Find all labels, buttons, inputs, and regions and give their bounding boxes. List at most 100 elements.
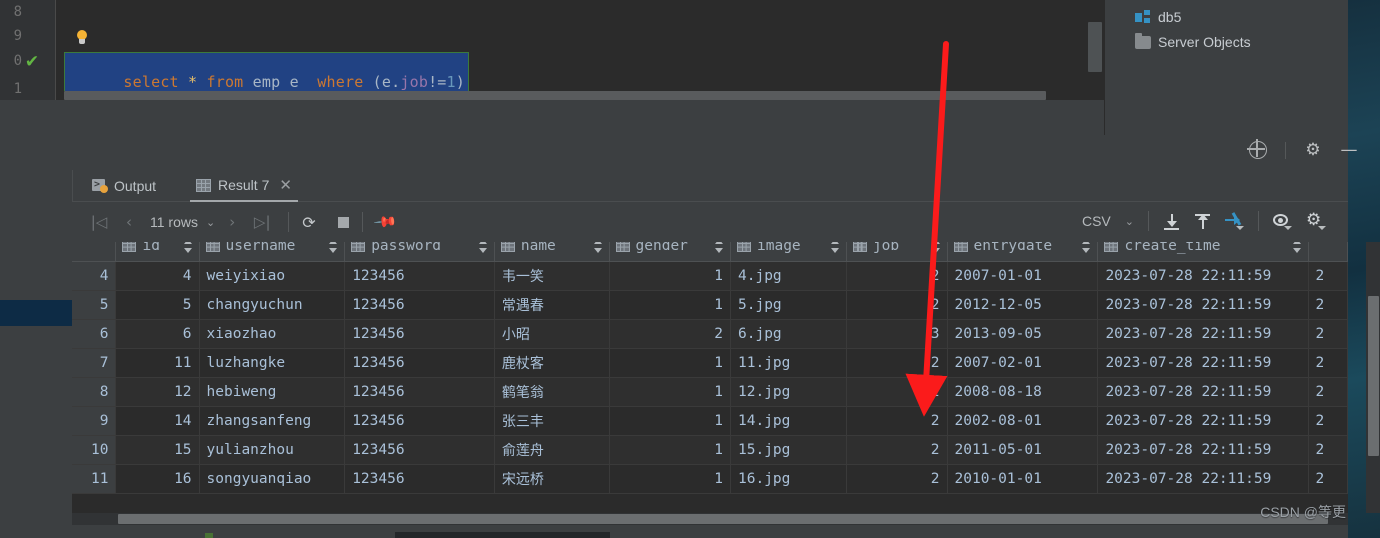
cell-job[interactable]: 2 — [846, 464, 948, 494]
cell-create_time[interactable]: 2023-07-28 22:11:59 — [1097, 464, 1309, 494]
cell-id[interactable]: 5 — [115, 290, 200, 320]
editor-minimap[interactable] — [1088, 22, 1102, 72]
cell-entrydate[interactable]: 2011-05-01 — [947, 435, 1099, 465]
cell-name[interactable]: 常遇春 — [494, 290, 610, 320]
cell-username[interactable]: hebiweng — [199, 377, 346, 407]
cell-job[interactable]: 2 — [846, 261, 948, 291]
tree-item-server-objects[interactable]: › Server Objects — [1105, 31, 1349, 53]
cell-password[interactable]: 123456 — [344, 435, 495, 465]
cell-username[interactable]: zhangsanfeng — [199, 406, 346, 436]
cell-gender[interactable]: 1 — [609, 377, 732, 407]
column-header-id[interactable]: id — [115, 242, 200, 262]
cell-password[interactable]: 123456 — [344, 290, 495, 320]
cell-gender[interactable]: 2 — [609, 319, 732, 349]
cell-image[interactable]: 11.jpg — [730, 348, 847, 378]
row-number[interactable]: 10 — [72, 435, 117, 465]
grid-hscrollbar-thumb[interactable] — [118, 514, 1328, 524]
cell-username[interactable]: weiyixiao — [199, 261, 346, 291]
cell-name[interactable]: 小昭 — [494, 319, 610, 349]
tree-item-db5[interactable]: › db5 — [1105, 6, 1349, 28]
download-icon[interactable] — [1163, 213, 1180, 230]
gear-icon[interactable]: ⚙ — [1304, 141, 1322, 159]
cell-gender[interactable]: 1 — [609, 348, 732, 378]
cell-create_time[interactable]: 2023-07-28 22:11:59 — [1097, 377, 1309, 407]
sort-icon[interactable] — [478, 242, 488, 253]
tab-output[interactable]: > Output — [86, 170, 162, 202]
row-number[interactable]: 7 — [72, 348, 117, 378]
locate-icon[interactable] — [1247, 139, 1267, 159]
cell-job[interactable]: 2 — [846, 406, 948, 436]
last-page-button[interactable]: ▷| — [249, 211, 275, 233]
cell-name[interactable]: 俞莲舟 — [494, 435, 610, 465]
table-row[interactable]: 6 6 xiaozhao 123456 小昭 2 6.jpg 3 2013-09-05 2023-… — [72, 319, 1348, 349]
cell-image[interactable]: 15.jpg — [730, 435, 847, 465]
cell-username[interactable]: luzhangke — [199, 348, 346, 378]
cell-id[interactable]: 15 — [115, 435, 200, 465]
cell-name[interactable]: 张三丰 — [494, 406, 610, 436]
tab-result-7[interactable]: Result 7 ✕ — [190, 170, 298, 202]
cell-create_time[interactable]: 2023-07-28 22:11:59 — [1097, 290, 1309, 320]
cell-name[interactable]: 鹤笔翁 — [494, 377, 610, 407]
cell-password[interactable]: 123456 — [344, 377, 495, 407]
cell-image[interactable]: 14.jpg — [730, 406, 847, 436]
cell-id[interactable]: 12 — [115, 377, 200, 407]
row-number[interactable]: 5 — [72, 290, 117, 320]
cell-name[interactable]: 宋远桥 — [494, 464, 610, 494]
cell-create_time[interactable]: 2023-07-28 22:11:59 — [1097, 435, 1309, 465]
cell-gender[interactable]: 1 — [609, 464, 732, 494]
cell-tail[interactable]: 2 — [1308, 319, 1348, 349]
cell-tail[interactable]: 2 — [1308, 377, 1348, 407]
cell-job[interactable]: 2 — [846, 290, 948, 320]
sort-icon[interactable] — [830, 242, 840, 253]
cell-entrydate[interactable]: 2002-08-01 — [947, 406, 1099, 436]
cell-image[interactable]: 4.jpg — [730, 261, 847, 291]
first-page-button[interactable]: |◁ — [86, 211, 112, 233]
cell-job[interactable]: 3 — [846, 319, 948, 349]
cell-entrydate[interactable]: 2012-12-05 — [947, 290, 1099, 320]
close-icon[interactable]: ✕ — [279, 176, 292, 194]
column-header-overflow[interactable] — [1308, 242, 1348, 262]
cell-gender[interactable]: 1 — [609, 290, 732, 320]
cell-image[interactable]: 16.jpg — [730, 464, 847, 494]
row-number[interactable]: 9 — [72, 406, 117, 436]
row-number[interactable]: 4 — [72, 261, 117, 291]
sort-icon[interactable] — [593, 242, 603, 253]
cell-tail[interactable]: 2 — [1308, 406, 1348, 436]
cell-password[interactable]: 123456 — [344, 261, 495, 291]
sort-icon[interactable] — [1082, 242, 1091, 253]
cell-password[interactable]: 123456 — [344, 348, 495, 378]
cell-entrydate[interactable]: 2013-09-05 — [947, 319, 1099, 349]
cell-job[interactable]: 2 — [846, 348, 948, 378]
cell-username[interactable]: xiaozhao — [199, 319, 346, 349]
cell-job[interactable]: 2 — [846, 435, 948, 465]
cell-image[interactable]: 6.jpg — [730, 319, 847, 349]
sort-icon[interactable] — [715, 242, 724, 253]
lightbulb-icon[interactable] — [75, 30, 89, 46]
result-grid[interactable]: id username password name gender image j… — [72, 242, 1348, 513]
minimize-icon[interactable]: — — [1340, 141, 1358, 159]
cell-entrydate[interactable]: 2007-01-01 — [947, 261, 1099, 291]
cell-username[interactable]: changyuchun — [199, 290, 346, 320]
cell-tail[interactable]: 2 — [1308, 348, 1348, 378]
column-header-job[interactable]: job — [846, 242, 948, 262]
cell-create_time[interactable]: 2023-07-28 22:11:59 — [1097, 406, 1309, 436]
stop-icon[interactable] — [337, 216, 349, 228]
cell-id[interactable]: 4 — [115, 261, 200, 291]
cell-gender[interactable]: 1 — [609, 406, 732, 436]
row-number[interactable]: 11 — [72, 464, 117, 494]
pin-icon[interactable]: 📌 — [372, 209, 398, 235]
refresh-icon[interactable]: ⟳ — [302, 213, 315, 232]
cell-create_time[interactable]: 2023-07-28 22:11:59 — [1097, 348, 1309, 378]
cell-tail[interactable]: 2 — [1308, 261, 1348, 291]
cell-name[interactable]: 韦一笑 — [494, 261, 610, 291]
cell-password[interactable]: 123456 — [344, 464, 495, 494]
upload-icon[interactable] — [1194, 213, 1211, 230]
cell-gender[interactable]: 1 — [609, 435, 732, 465]
sort-icon[interactable] — [931, 242, 941, 253]
cell-id[interactable]: 11 — [115, 348, 200, 378]
cell-username[interactable]: songyuanqiao — [199, 464, 346, 494]
grid-settings-icon[interactable]: ⚙ — [1306, 212, 1326, 230]
column-header-username[interactable]: username — [199, 242, 346, 262]
table-row[interactable]: 9 14 zhangsanfeng 123456 张三丰 1 14.jpg 2 2002-08-… — [72, 406, 1348, 436]
table-row[interactable]: 8 12 hebiweng 123456 鹤笔翁 1 12.jpg 2 2008-08-18 20… — [72, 377, 1348, 407]
